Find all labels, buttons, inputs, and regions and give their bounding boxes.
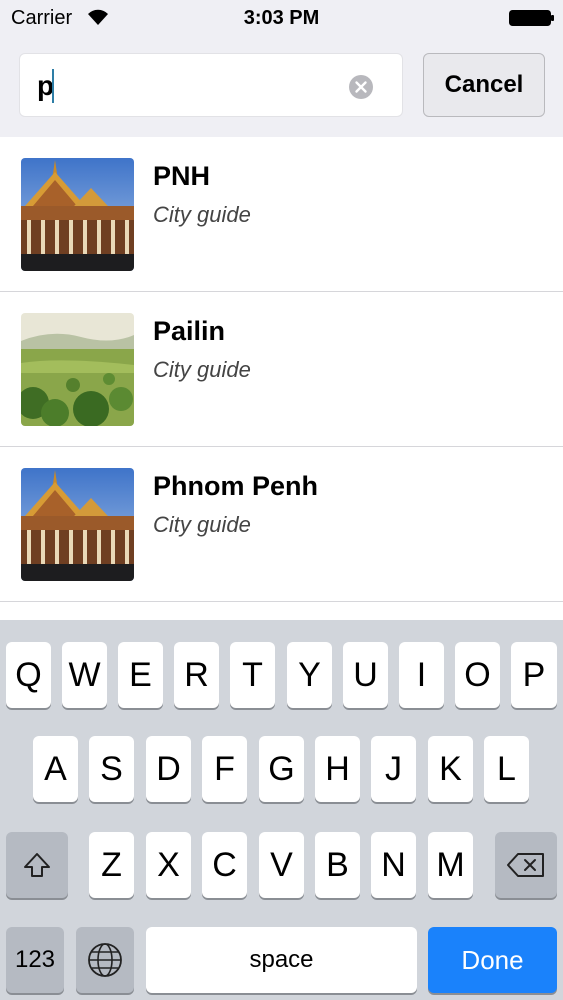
key-v[interactable]: V bbox=[259, 832, 304, 898]
globe-key[interactable] bbox=[76, 927, 134, 993]
space-key[interactable]: space bbox=[146, 927, 417, 993]
shift-icon bbox=[24, 853, 50, 877]
key-c[interactable]: C bbox=[202, 832, 247, 898]
result-subtitle: City guide bbox=[153, 202, 251, 227]
key-h[interactable]: H bbox=[315, 736, 360, 802]
key-e[interactable]: E bbox=[118, 642, 163, 708]
results-list: PNH City guide Pailin City guide Phnom P… bbox=[0, 137, 563, 602]
done-key[interactable]: Done bbox=[428, 927, 557, 993]
key-d[interactable]: D bbox=[146, 736, 191, 802]
key-k[interactable]: K bbox=[428, 736, 473, 802]
temple-thumbnail bbox=[21, 468, 134, 581]
key-u[interactable]: U bbox=[343, 642, 388, 708]
key-t[interactable]: T bbox=[230, 642, 275, 708]
result-title: Pailin bbox=[153, 316, 226, 346]
temple-thumbnail bbox=[21, 158, 134, 271]
key-z[interactable]: Z bbox=[89, 832, 134, 898]
battery-icon bbox=[509, 10, 554, 26]
list-item[interactable]: Pailin City guide bbox=[0, 292, 563, 447]
text-caret bbox=[52, 69, 54, 103]
key-x[interactable]: X bbox=[146, 832, 191, 898]
list-item[interactable]: PNH City guide bbox=[0, 137, 563, 292]
key-g[interactable]: G bbox=[259, 736, 304, 802]
key-i[interactable]: I bbox=[399, 642, 444, 708]
result-subtitle: City guide bbox=[153, 512, 251, 537]
globe-icon bbox=[88, 943, 122, 977]
landscape-thumbnail bbox=[21, 313, 134, 426]
key-y[interactable]: Y bbox=[287, 642, 332, 708]
cancel-button[interactable]: Cancel bbox=[423, 53, 545, 117]
delete-key[interactable] bbox=[495, 832, 557, 898]
key-s[interactable]: S bbox=[89, 736, 134, 802]
key-l[interactable]: L bbox=[484, 736, 529, 802]
search-header: p Cancel bbox=[0, 36, 563, 137]
status-time: 3:03 PM bbox=[243, 7, 320, 29]
result-subtitle: City guide bbox=[153, 357, 251, 382]
key-j[interactable]: J bbox=[371, 736, 416, 802]
keyboard: Q W E R T Y U I O P A S D F G H J K L Z … bbox=[0, 620, 563, 1000]
result-title: Phnom Penh bbox=[153, 471, 319, 501]
key-p[interactable]: P bbox=[511, 642, 557, 708]
result-title: PNH bbox=[153, 161, 211, 191]
clear-icon[interactable] bbox=[348, 74, 374, 100]
delete-icon bbox=[507, 853, 544, 877]
key-a[interactable]: A bbox=[33, 736, 78, 802]
key-m[interactable]: M bbox=[428, 832, 473, 898]
key-f[interactable]: F bbox=[202, 736, 247, 802]
numbers-key[interactable]: 123 bbox=[6, 927, 64, 993]
key-n[interactable]: N bbox=[371, 832, 416, 898]
key-w[interactable]: W bbox=[62, 642, 107, 708]
search-input[interactable]: p bbox=[19, 53, 403, 117]
key-q[interactable]: Q bbox=[6, 642, 51, 708]
status-bar: Carrier 3:03 PM bbox=[0, 0, 563, 36]
key-r[interactable]: R bbox=[174, 642, 219, 708]
list-item[interactable]: Phnom Penh City guide bbox=[0, 447, 563, 602]
key-o[interactable]: O bbox=[455, 642, 500, 708]
key-b[interactable]: B bbox=[315, 832, 360, 898]
shift-key[interactable] bbox=[6, 832, 68, 898]
